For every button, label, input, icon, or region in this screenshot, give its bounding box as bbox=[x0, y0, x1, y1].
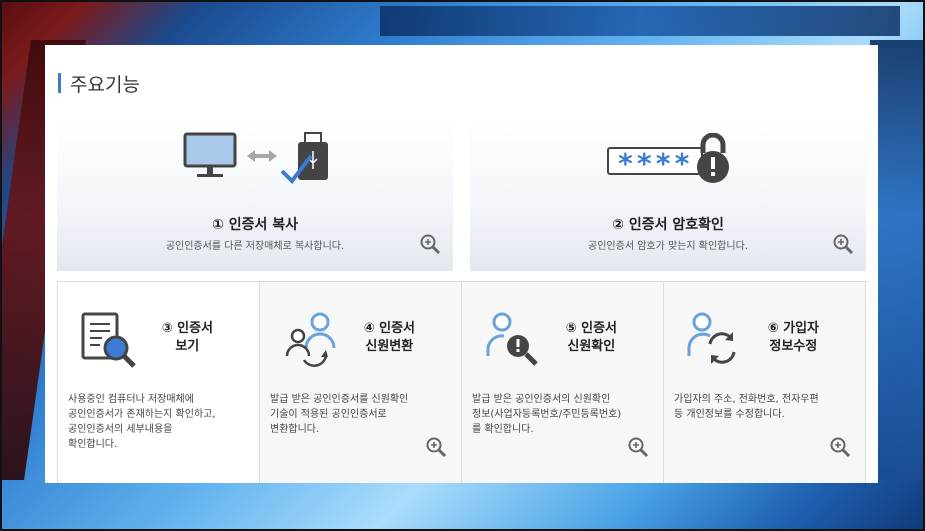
card-title: ① 인증서 복사 bbox=[211, 217, 298, 233]
card-description: 가입자의 주소, 전화번호, 전자우편 등 개인정보를 수정합니다. bbox=[674, 392, 857, 422]
card-title-line2: 신원변환 bbox=[365, 339, 414, 354]
card-identity-convert[interactable]: ④ 인증서 신원변환 발급 받은 공인인증서를 신원확인 기술이 적용된 공인인… bbox=[260, 282, 462, 483]
card-description: 공인인증서 암호가 맞는지 확인합니다. bbox=[588, 241, 748, 252]
card-title-line2: 보기 bbox=[175, 339, 200, 354]
desc-line: 등 개인정보를 수정합니다. bbox=[674, 409, 785, 420]
desc-line: 확인합니다. bbox=[68, 439, 118, 450]
desc-line: 발급 받은 공인인증서를 신원확인 bbox=[270, 394, 409, 405]
copy-certificate-icon bbox=[183, 132, 328, 185]
user-convert-icon bbox=[285, 312, 336, 367]
background-window-right bbox=[870, 40, 925, 480]
zoom-in-icon[interactable] bbox=[832, 233, 854, 255]
card-title-line1: ③ 인증서 bbox=[161, 321, 213, 336]
card-title-line1: ⑤ 인증서 bbox=[565, 321, 617, 336]
card-title-line1: ⑥ 가입자 bbox=[767, 321, 819, 336]
card-identity-check[interactable]: ⑤ 인증서 신원확인 발급 받은 공인인증서의 신원확인 정보(사업자등록번호/… bbox=[462, 282, 664, 483]
card-title: ② 인증서 암호확인 bbox=[612, 217, 724, 233]
password-check-icon: **** bbox=[607, 133, 737, 189]
desc-line: 변환합니다. bbox=[270, 424, 320, 435]
section-header: 주요기능 bbox=[58, 72, 140, 96]
desc-line: 발급 받은 공인인증서의 신원확인 bbox=[472, 394, 611, 405]
card-password-check[interactable]: **** ② 인증서 암호확인 공인인증서 암호가 맞는지 확인합니다. bbox=[470, 117, 866, 271]
zoom-in-icon[interactable] bbox=[419, 233, 441, 255]
card-title: ④ 인증서 신원변환 bbox=[364, 320, 415, 356]
section-title: 주요기능 bbox=[70, 74, 140, 96]
desc-line: 사용중인 컴퓨터나 저장매체에 bbox=[68, 394, 194, 405]
card-title-line1: ④ 인증서 bbox=[363, 321, 415, 336]
card-title: ⑥ 가입자 정보수정 bbox=[768, 320, 819, 356]
background-toolbar bbox=[380, 6, 900, 36]
card-description: 사용중인 컴퓨터나 저장매체에 공인인증서가 존재하는지 확인하고, 공인인증서… bbox=[68, 392, 251, 452]
desc-line: 정보(사업자등록번호/주민등록번호) bbox=[472, 409, 622, 420]
card-description: 발급 받은 공인인증서의 신원확인 정보(사업자등록번호/주민등록번호) 를 확… bbox=[472, 392, 655, 437]
card-subscriber-edit[interactable]: ⑥ 가입자 정보수정 가입자의 주소, 전화번호, 전자우편 등 개인정보를 수… bbox=[664, 282, 866, 483]
card-certificate-view[interactable]: ③ 인증서 보기 사용중인 컴퓨터나 저장매체에 공인인증서가 존재하는지 확인… bbox=[58, 282, 260, 483]
document-search-icon bbox=[81, 312, 136, 368]
desc-line: 가입자의 주소, 전화번호, 전자우편 bbox=[674, 394, 819, 405]
desc-line: 를 확인합니다. bbox=[472, 424, 534, 435]
card-title-line2: 신원확인 bbox=[567, 339, 616, 354]
password-mask: **** bbox=[617, 147, 693, 180]
user-refresh-icon bbox=[687, 312, 736, 364]
card-title: ③ 인증서 보기 bbox=[162, 320, 213, 356]
feature-grid: ③ 인증서 보기 사용중인 컴퓨터나 저장매체에 공인인증서가 존재하는지 확인… bbox=[57, 281, 868, 483]
user-search-icon bbox=[486, 312, 538, 366]
title-accent-bar bbox=[58, 73, 61, 93]
zoom-in-icon[interactable] bbox=[627, 436, 649, 458]
card-title: ⑤ 인증서 신원확인 bbox=[566, 320, 617, 356]
card-description: 공인인증서를 다른 저장매체로 복사합니다. bbox=[165, 241, 345, 252]
card-description: 발급 받은 공인인증서를 신원확인 기술이 적용된 공인인증서로 변환합니다. bbox=[270, 392, 453, 437]
card-title-line2: 정보수정 bbox=[769, 339, 818, 354]
desc-line: 기술이 적용된 공인인증서로 bbox=[270, 409, 387, 420]
card-certificate-copy[interactable]: ① 인증서 복사 공인인증서를 다른 저장매체로 복사합니다. bbox=[57, 117, 453, 271]
main-features-panel: 주요기능 ① 인증서 복사 공인인증서를 다른 저장매체로 복사합니다. ***… bbox=[45, 45, 878, 483]
desc-line: 공인인증서가 존재하는지 확인하고, bbox=[68, 409, 216, 420]
desc-line: 공인인증서의 세부내용을 bbox=[68, 424, 173, 435]
zoom-in-icon[interactable] bbox=[829, 436, 851, 458]
zoom-in-icon[interactable] bbox=[425, 436, 447, 458]
